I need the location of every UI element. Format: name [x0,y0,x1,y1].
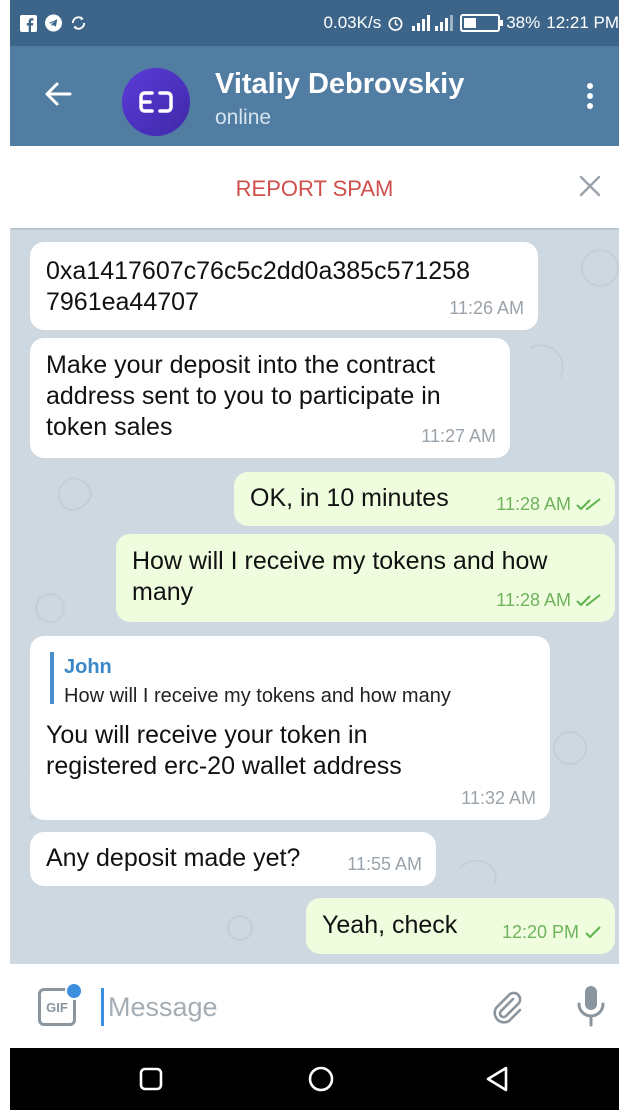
telegram-icon [45,14,62,32]
incoming-message[interactable]: John How will I receive my tokens and ho… [30,636,550,820]
more-options-icon[interactable] [580,76,600,116]
microphone-icon[interactable] [576,984,606,1028]
outgoing-message[interactable]: OK, in 10 minutes 11:28 AM [234,472,615,526]
message-time: 11:28 AM [496,585,603,616]
signal-icon [410,15,454,32]
close-icon[interactable] [576,172,604,200]
network-speed: 0.03K/s [323,13,382,32]
message-text: Make your deposit into the contract addr… [46,351,441,441]
reply-author: John [64,656,112,678]
reply-quote-bar [50,652,54,704]
report-spam-button[interactable]: REPORT SPAM [10,176,619,202]
double-check-icon [576,498,601,511]
message-text: You will receive your token in registere… [46,721,402,780]
message-time: 11:32 AM [461,788,536,808]
message-text: 0xa1417607c76c5c2dd0a385c571258 7961ea44… [46,257,470,316]
check-icon [585,926,601,939]
message-list[interactable]: 0xa1417607c76c5c2dd0a385c571258 7961ea44… [10,228,619,964]
message-time: 12:20 PM [502,917,603,948]
battery-icon [460,14,504,32]
message-time: 11:55 AM [347,854,422,874]
message-text: Yeah, check [322,911,458,939]
message-text: How will I receive my tokens and how man… [132,547,548,606]
message-time: 11:27 AM [421,426,496,446]
facebook-icon [20,14,37,32]
message-time: 11:26 AM [449,298,524,318]
contact-status: online [215,106,272,129]
outgoing-message[interactable]: How will I receive my tokens and how man… [116,534,615,622]
message-composer: GIF [10,964,619,1048]
message-time-text: 11:28 AM [496,590,571,610]
outgoing-message[interactable]: Yeah, check 12:20 PM [306,898,615,954]
message-text: Any deposit made yet? [46,844,301,872]
notification-dot [65,982,83,1000]
back-triangle-icon[interactable] [482,1064,512,1094]
contact-name[interactable]: Vitaliy Debrovskiy [215,68,464,101]
contact-logo-icon [139,91,173,113]
back-arrow-icon[interactable] [38,74,78,114]
text-cursor [101,988,104,1026]
battery-percent: 38% [506,13,541,32]
recents-square-icon[interactable] [136,1064,166,1094]
double-check-icon [576,594,601,607]
message-time-text: 12:20 PM [501,922,579,942]
sync-icon [70,15,87,32]
message-time: 11:28 AM [496,489,603,520]
avatar[interactable] [122,68,190,136]
report-spam-bar: REPORT SPAM [10,146,619,228]
reply-quote-text: How will I receive my tokens and how man… [64,685,451,707]
alarm-icon [387,15,404,32]
incoming-message[interactable]: 0xa1417607c76c5c2dd0a385c571258 7961ea44… [30,242,538,330]
telegram-chat-screen: 0.03K/s 38% 12:21 PM Vitaliy Debrovskiy … [10,0,619,1110]
message-time-text: 11:28 AM [496,494,571,514]
clock: 12:21 PM [546,13,619,32]
system-navigation-bar [10,1048,619,1110]
incoming-message[interactable]: Make your deposit into the contract addr… [30,338,510,458]
message-input[interactable] [108,986,468,1028]
incoming-message[interactable]: Any deposit made yet? 11:55 AM [30,832,436,886]
paperclip-icon[interactable] [486,986,526,1026]
chat-header: Vitaliy Debrovskiy online [10,46,619,146]
message-text: OK, in 10 minutes [250,484,449,512]
home-circle-icon[interactable] [306,1064,336,1094]
status-bar: 0.03K/s 38% 12:21 PM [10,0,619,46]
